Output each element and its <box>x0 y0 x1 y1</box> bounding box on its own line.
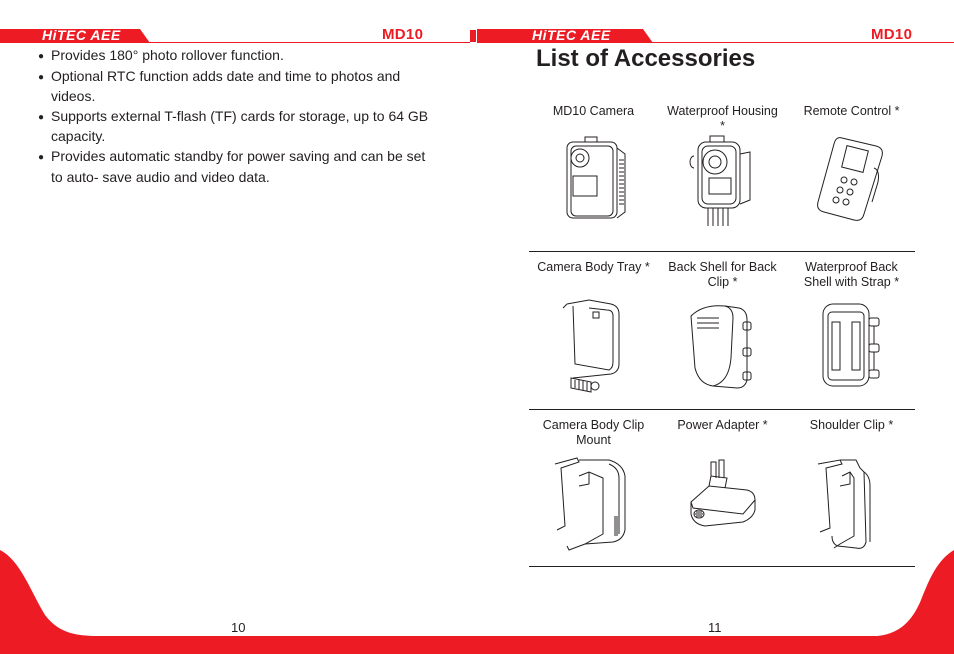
bullet-icon: ● <box>38 51 45 62</box>
accessories-row: Camera Body Tray * Back Shell for Back C… <box>529 252 915 410</box>
accessory-label: Shoulder Clip * <box>809 418 894 432</box>
brand-logo: HiTEC AEE <box>42 27 121 43</box>
accessory-label: Waterproof Back Shell with Strap * <box>803 260 900 289</box>
accessories-grid: MD10 Camera Waterproof Housing * Remote … <box>529 96 915 567</box>
bullet-icon: ● <box>38 111 45 123</box>
accessory-item: Shoulder Clip * <box>787 410 916 566</box>
accessory-label: Remote Control * <box>803 104 900 118</box>
page-number: 11 <box>708 620 722 635</box>
bullet-icon: ● <box>38 151 45 163</box>
model-name: MD10 <box>871 26 913 43</box>
accessory-item: Waterproof Back Shell with Strap * <box>787 252 916 409</box>
feature-item: ● Provides 180° photo rollover function. <box>38 46 438 67</box>
feature-item: ● Supports external T-flash (TF) cards fo… <box>38 107 429 145</box>
accessory-item: Camera Body Clip Mount <box>529 410 658 566</box>
left-page: HiTEC AEE MD10 ● Provides 180° photo roll… <box>0 0 477 654</box>
body-tray-icon <box>562 299 619 393</box>
page-title: List of Accessories <box>536 45 756 72</box>
accessory-item: Back Shell for Back Clip * <box>658 252 787 409</box>
header-tab-marker <box>470 30 476 42</box>
accessory-label: Camera Body Clip Mount <box>542 418 645 447</box>
bullet-icon: ● <box>38 71 45 83</box>
corner-swoosh-right <box>877 550 954 640</box>
accessory-label: Power Adapter * <box>677 418 768 432</box>
accessory-item: Power Adapter * <box>658 410 787 566</box>
page-header: HiTEC AEE MD10 <box>0 26 477 44</box>
back-shell-strap-icon <box>822 303 879 387</box>
page-header: HiTEC AEE MD10 <box>477 26 954 44</box>
accessory-label: Waterproof Housing * <box>667 104 778 133</box>
page-number: 10 <box>231 620 246 635</box>
footer-red-band <box>0 636 954 654</box>
clip-mount-icon <box>554 457 625 551</box>
accessory-label: Back Shell for Back Clip * <box>668 260 777 289</box>
feature-item: ● Provides automatic standby for power sa… <box>38 147 426 185</box>
back-shell-clip-icon <box>689 305 751 389</box>
accessory-item: Camera Body Tray * <box>529 252 658 409</box>
camera-icon <box>566 136 625 219</box>
shoulder-clip-icon <box>817 459 870 549</box>
accessory-item: MD10 Camera <box>529 96 658 251</box>
feature-item: ● Optional RTC function adds date and tim… <box>38 67 401 105</box>
corner-swoosh-left <box>0 550 110 640</box>
feature-list: ● Provides 180° photo rollover function. … <box>38 46 438 187</box>
accessories-row: Camera Body Clip Mount Power Adapter * S… <box>529 410 915 567</box>
accessory-item: Waterproof Housing * <box>658 96 787 251</box>
accessories-row: MD10 Camera Waterproof Housing * Remote … <box>529 96 915 252</box>
right-page: HiTEC AEE MD10 List of Accessories MD10 … <box>477 0 954 654</box>
waterproof-housing-icon <box>689 135 750 226</box>
remote-control-icon <box>816 137 883 221</box>
accessory-label: MD10 Camera <box>552 104 635 118</box>
model-name: MD10 <box>382 26 424 43</box>
brand-logo: HiTEC AEE <box>532 27 611 43</box>
power-adapter-icon <box>690 459 755 527</box>
accessory-label: Camera Body Tray * <box>537 260 650 274</box>
accessory-item: Remote Control * <box>787 96 916 251</box>
